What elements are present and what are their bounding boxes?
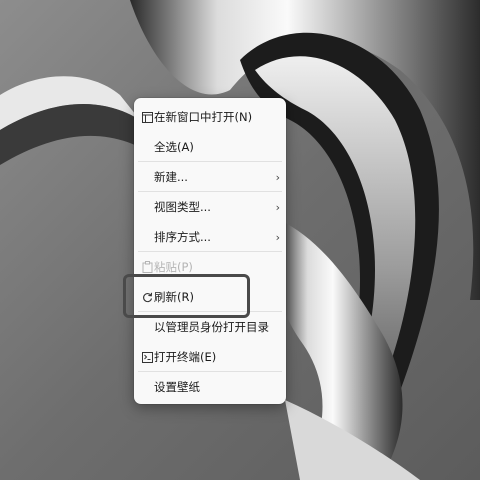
menu-item-label: 新建...: [154, 170, 188, 184]
menu-item-open-terminal[interactable]: 打开终端(E): [138, 344, 282, 370]
menu-item-label: 全选(A): [154, 140, 194, 154]
menu-item-open-new-window[interactable]: 在新窗口中打开(N): [138, 104, 282, 130]
menu-item-new[interactable]: 新建... ›: [138, 164, 282, 190]
menu-item-label: 打开终端(E): [154, 350, 217, 364]
chevron-right-icon: ›: [275, 170, 280, 184]
menu-item-label: 排序方式...: [154, 230, 211, 244]
menu-separator: [138, 161, 282, 162]
menu-item-view-type[interactable]: 视图类型... ›: [138, 194, 282, 220]
menu-item-set-wallpaper[interactable]: 设置壁纸: [138, 374, 282, 400]
menu-item-label: 粘贴(P): [154, 260, 193, 274]
highlight-box: [123, 274, 250, 318]
menu-item-label: 以管理员身份打开目录: [154, 320, 269, 334]
menu-item-label: 视图类型...: [154, 200, 211, 214]
menu-item-label: 设置壁纸: [154, 380, 200, 394]
terminal-icon: [140, 350, 154, 364]
menu-separator: [138, 371, 282, 372]
menu-item-label: 在新窗口中打开(N): [154, 110, 253, 124]
chevron-right-icon: ›: [275, 200, 280, 214]
paste-icon: [140, 260, 154, 274]
menu-separator: [138, 191, 282, 192]
menu-separator: [138, 251, 282, 252]
menu-item-sort-by[interactable]: 排序方式... ›: [138, 224, 282, 250]
chevron-right-icon: ›: [275, 230, 280, 244]
new-window-icon: [140, 110, 154, 124]
menu-item-select-all[interactable]: 全选(A): [138, 134, 282, 160]
context-menu: 在新窗口中打开(N) 全选(A) 新建... › 视图类型... › 排序方式.…: [134, 98, 286, 404]
